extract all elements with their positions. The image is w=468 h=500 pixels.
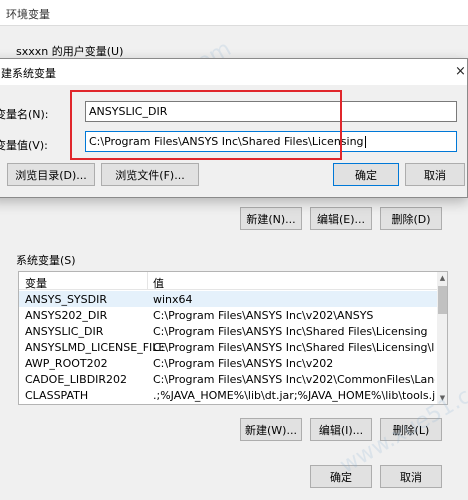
variable-value-label: 变量值(V): (0, 139, 48, 152)
env-window-title: 环境变量 (6, 8, 50, 21)
env-cancel-button[interactable]: 取消 (380, 465, 442, 488)
row-name: ANSYSLMD_LICENSE_FILE (25, 341, 166, 354)
dialog-cancel-button[interactable]: 取消 (405, 163, 465, 186)
table-row[interactable]: AWP_ROOT202 C:\Program Files\ANSYS Inc\v… (19, 355, 437, 371)
system-variables-header: 变量 值 (19, 272, 437, 290)
row-name: ANSYS202_DIR (25, 309, 108, 322)
row-name: CLASSPATH (25, 389, 89, 402)
user-variables-label: sxxxn 的用户变量(U) (16, 45, 124, 58)
row-value: C:\Program Files\ANSYS Inc\v202\ANSYS (153, 309, 374, 322)
table-row[interactable]: ANSYSLIC_DIR C:\Program Files\ANSYS Inc\… (19, 323, 437, 339)
table-row[interactable]: ANSYS202_DIR C:\Program Files\ANSYS Inc\… (19, 307, 437, 323)
row-value: C:\Program Files\ANSYS Inc\Shared Files\… (153, 325, 428, 338)
table-row[interactable]: ANSYSLMD_LICENSE_FILE C:\Program Files\A… (19, 339, 437, 355)
row-name: CADOE_LIBDIR202 (25, 373, 128, 386)
dialog-title: 建系统变量 (1, 67, 56, 80)
column-header-value[interactable]: 值 (153, 275, 164, 291)
row-value: C:\Program Files\ANSYS Inc\v202 (153, 357, 334, 370)
browse-file-button[interactable]: 浏览文件(F)... (101, 163, 199, 186)
system-edit-button[interactable]: 编辑(I)... (310, 418, 372, 441)
column-header-name[interactable]: 变量 (25, 275, 47, 291)
scroll-up-icon[interactable]: ▲ (437, 272, 447, 284)
highlight-annotation (70, 90, 342, 160)
scroll-thumb[interactable] (438, 286, 447, 314)
close-icon[interactable]: × (455, 64, 466, 79)
dialog-titlebar[interactable]: 建系统变量 × (0, 59, 467, 85)
vertical-scrollbar[interactable]: ▲ ▼ (437, 272, 447, 404)
row-value: C:\Program Files\ANSYS Inc\Shared Files\… (153, 341, 435, 354)
row-value: .;%JAVA_HOME%\lib\dt.jar;%JAVA_HOME%\lib… (153, 389, 435, 402)
row-value: winx64 (153, 293, 193, 306)
user-new-button[interactable]: 新建(N)... (240, 207, 302, 230)
row-name: AWP_ROOT202 (25, 357, 108, 370)
dialog-ok-button[interactable]: 确定 (333, 163, 399, 186)
column-divider[interactable] (147, 272, 148, 290)
user-delete-button[interactable]: 删除(D) (380, 207, 442, 230)
variable-name-label: 变量名(N): (0, 108, 49, 121)
table-row[interactable]: ANSYS_SYSDIR winx64 (19, 291, 437, 307)
system-variables-label: 系统变量(S) (16, 254, 76, 267)
browse-directory-button[interactable]: 浏览目录(D)... (7, 163, 95, 186)
system-variables-list[interactable]: 变量 值 ANSYS_SYSDIR winx64 ANSYS202_DIR C:… (18, 271, 448, 405)
env-window-titlebar: 环境变量 (0, 0, 468, 26)
row-name: ANSYS_SYSDIR (25, 293, 107, 306)
system-new-button[interactable]: 新建(W)... (240, 418, 302, 441)
table-row[interactable]: CLASSPATH .;%JAVA_HOME%\lib\dt.jar;%JAVA… (19, 387, 437, 403)
text-caret (364, 135, 366, 148)
row-value: C:\Program Files\ANSYS Inc\v202\CommonFi… (153, 373, 435, 386)
user-edit-button[interactable]: 编辑(E)... (310, 207, 372, 230)
table-row[interactable]: CADOE_LIBDIR202 C:\Program Files\ANSYS I… (19, 371, 437, 387)
row-name: ANSYSLIC_DIR (25, 325, 104, 338)
